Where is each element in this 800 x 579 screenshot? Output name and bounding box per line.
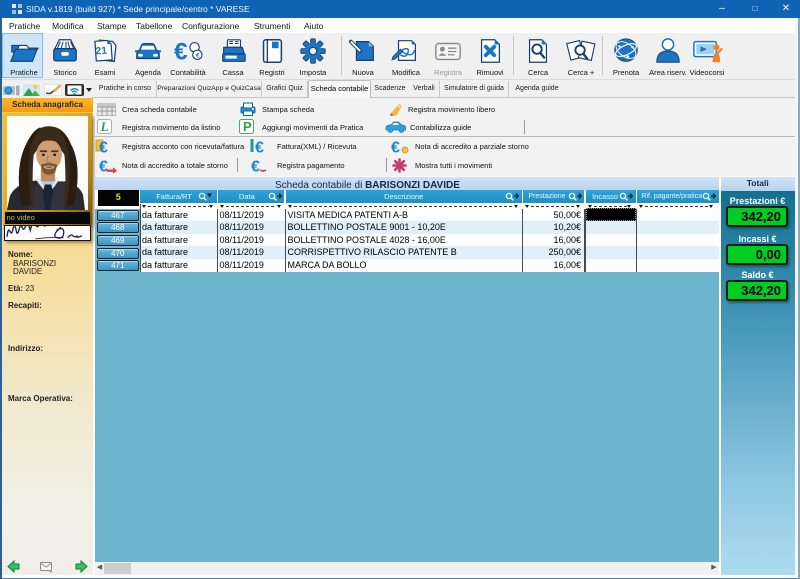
svg-text:€: € [99,159,108,174]
svg-text:€: € [99,140,108,155]
svg-text:€: € [255,140,264,155]
svg-text:€: € [174,38,188,65]
svg-text:€: € [251,159,260,174]
svg-text:L: L [100,119,109,134]
svg-text:€: € [391,140,400,155]
svg-text:€: € [196,53,200,60]
svg-text:21: 21 [95,46,107,58]
svg-text:P: P [243,119,252,134]
